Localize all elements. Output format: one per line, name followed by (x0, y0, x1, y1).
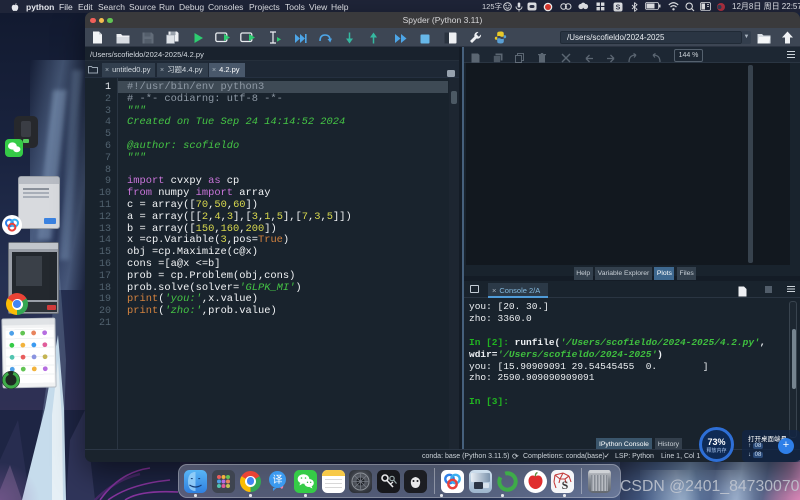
svg-text:S: S (616, 5, 621, 12)
svg-text:S: S (562, 478, 569, 492)
svg-text:译: 译 (272, 474, 282, 486)
